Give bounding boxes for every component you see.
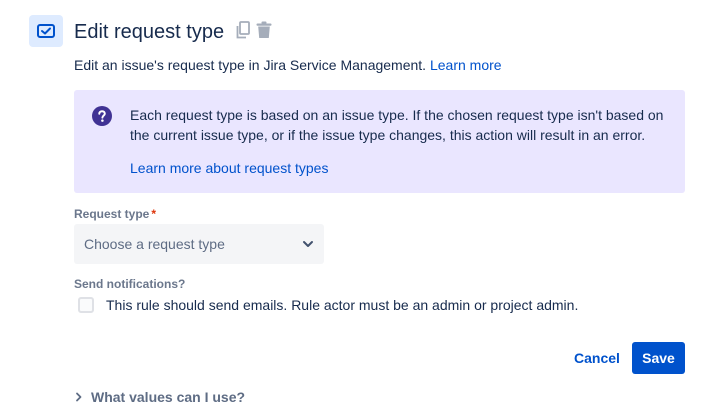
trash-icon[interactable]: [256, 21, 272, 39]
request-type-icon: [29, 15, 63, 47]
request-type-select[interactable]: Choose a request type: [74, 224, 324, 264]
values-help-toggle[interactable]: What values can I use?: [75, 389, 245, 405]
learn-more-link[interactable]: Learn more: [430, 57, 502, 73]
send-notifications-label: Send notifications?: [74, 277, 186, 291]
request-types-link[interactable]: Learn more about request types: [130, 158, 328, 178]
info-panel: Each request type is based on an issue t…: [74, 90, 685, 193]
question-icon: [92, 106, 112, 126]
info-panel-text: Each request type is based on an issue t…: [130, 107, 664, 143]
request-type-label-text: Request type: [74, 207, 150, 221]
send-notifications-row: This rule should send emails. Rule actor…: [78, 297, 578, 313]
cancel-button[interactable]: Cancel: [566, 342, 628, 374]
page-title: Edit request type: [74, 21, 225, 43]
request-type-placeholder: Choose a request type: [84, 236, 225, 252]
component-description: Edit an issue's request type in Jira Ser…: [74, 56, 502, 74]
save-button[interactable]: Save: [632, 342, 685, 374]
send-notifications-checkbox[interactable]: [78, 297, 94, 313]
send-notifications-text: This rule should send emails. Rule actor…: [106, 297, 579, 313]
request-type-label: Request type *: [74, 206, 156, 222]
description-text: Edit an issue's request type in Jira Ser…: [74, 57, 427, 73]
copy-icon[interactable]: [236, 21, 250, 39]
chevron-right-icon: [75, 392, 83, 402]
rule-component-panel: Edit request type Edit an issue's reques…: [0, 0, 717, 416]
title-actions: [236, 21, 272, 39]
chevron-down-icon: [302, 240, 314, 248]
required-marker: *: [151, 207, 157, 221]
values-help-label: What values can I use?: [91, 389, 246, 405]
